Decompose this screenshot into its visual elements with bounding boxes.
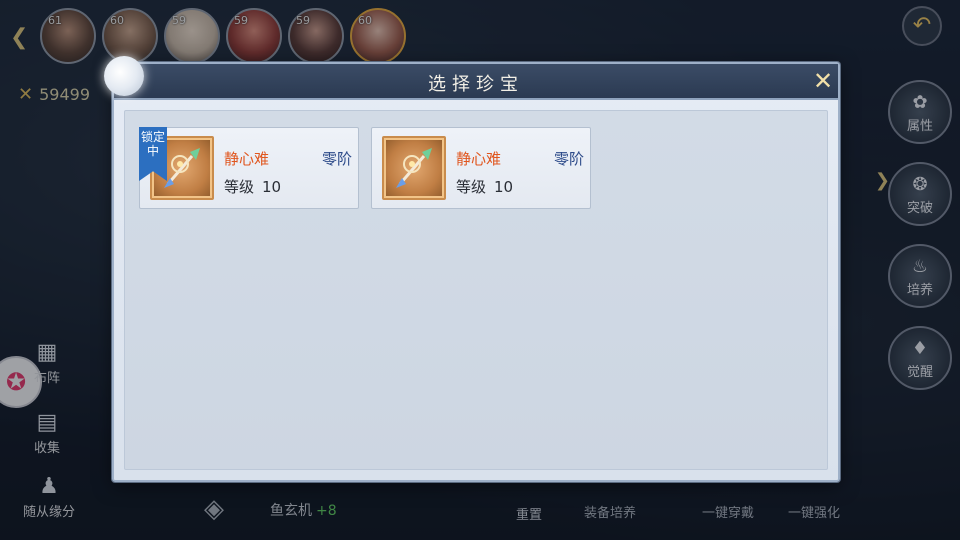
treasure-level: 等级 10 [456,178,514,196]
dialog-header: 选择珍宝 ✕ [104,56,838,100]
treasure-name: 静心难 [224,150,270,168]
treasure-card[interactable]: 静心难 零阶 等级 10 [371,127,591,209]
treasure-level: 等级 10 [224,178,282,196]
treasure-list: 锁定中 静心难 零阶 等级 10 静心难 零阶 等级 10 [139,127,591,209]
treasure-staff-icon [382,136,446,200]
close-icon[interactable]: ✕ [810,68,836,94]
treasure-name: 静心难 [456,150,502,168]
select-treasure-dialog: 选择珍宝 ✕ 锁定中 静心难 零阶 等级 10 静心难 零阶 等级 10 [104,56,840,482]
dialog-title: 选择珍宝 [428,74,524,95]
treasure-card[interactable]: 锁定中 静心难 零阶 等级 10 [139,127,359,209]
treasure-grade: 零阶 [321,150,352,168]
dialog-body: 锁定中 静心难 零阶 等级 10 静心难 零阶 等级 10 [124,110,828,470]
treasure-grade: 零阶 [553,150,584,168]
